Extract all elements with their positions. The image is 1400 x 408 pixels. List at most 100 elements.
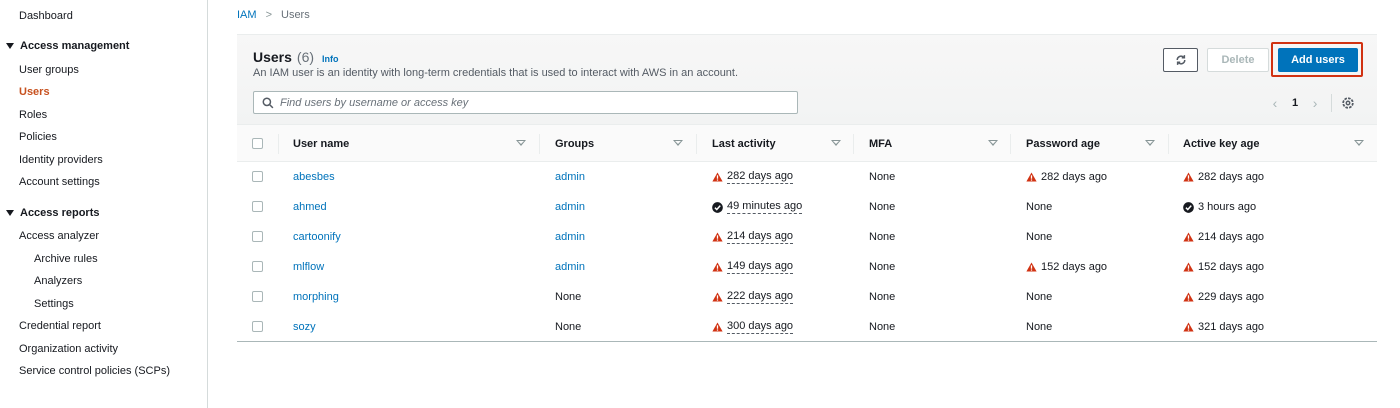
row-checkbox[interactable]: [252, 321, 263, 332]
chevron-right-icon[interactable]: ›: [1307, 95, 1323, 111]
warning-icon: [1026, 262, 1037, 272]
search-input[interactable]: [280, 96, 780, 109]
nav-policies[interactable]: Policies: [19, 131, 57, 143]
username-link[interactable]: sozy: [293, 312, 316, 342]
sort-icon[interactable]: [1354, 140, 1364, 146]
active-key-age-value: 3 hours ago: [1198, 201, 1257, 213]
nav-dashboard[interactable]: Dashboard: [19, 10, 73, 22]
nav-access-analyzer[interactable]: Access analyzer: [19, 230, 99, 242]
last-activity-value[interactable]: 149 days ago: [727, 260, 794, 274]
delete-button[interactable]: Delete: [1207, 48, 1269, 72]
select-all-checkbox[interactable]: [252, 138, 263, 149]
username-link[interactable]: abesbes: [293, 162, 335, 192]
password-age-cell: None: [1026, 222, 1052, 252]
nav-section-label: Access reports: [20, 207, 100, 219]
table-row: sozy None 300 days ago None None 321 days ago: [237, 312, 1377, 342]
nav-account-settings[interactable]: Account settings: [19, 176, 100, 188]
row-checkbox[interactable]: [252, 171, 263, 182]
groups-cell[interactable]: admin: [555, 222, 585, 252]
sort-icon[interactable]: [831, 140, 841, 146]
add-users-button[interactable]: Add users: [1278, 48, 1358, 72]
column-header-username[interactable]: User name: [293, 125, 349, 163]
last-activity-cell: 49 minutes ago: [712, 192, 803, 222]
gear-icon[interactable]: [1340, 95, 1356, 111]
nav-settings[interactable]: Settings: [34, 298, 74, 310]
column-divider: [1010, 134, 1011, 154]
mfa-cell: None: [869, 171, 896, 183]
active-key-age-value: 321 days ago: [1198, 321, 1265, 333]
nav-organization-activity[interactable]: Organization activity: [19, 343, 118, 355]
row-checkbox[interactable]: [252, 291, 263, 302]
username-link[interactable]: cartoonify: [293, 222, 341, 252]
table-row: abesbes admin 282 days ago None 282 days ago…: [237, 162, 1377, 192]
active-key-age-cell: 152 days ago: [1183, 252, 1264, 282]
column-divider: [278, 134, 279, 154]
column-header-last-activity[interactable]: Last activity: [712, 125, 776, 163]
password-age-cell: 152 days ago: [1026, 252, 1107, 282]
info-link[interactable]: Info: [322, 54, 339, 64]
row-checkbox[interactable]: [252, 261, 263, 272]
pagination: ‹ 1 ›: [1267, 94, 1356, 112]
password-age-value: None: [1026, 321, 1053, 333]
nav-credential-report[interactable]: Credential report: [19, 320, 101, 332]
column-header-active-key-age[interactable]: Active key age: [1183, 125, 1259, 163]
warning-icon: [712, 232, 723, 242]
active-key-age-value: 229 days ago: [1198, 291, 1265, 303]
groups-cell[interactable]: admin: [555, 252, 585, 282]
chevron-left-icon[interactable]: ‹: [1267, 95, 1283, 111]
sidebar: Dashboard Access management User groups …: [0, 0, 208, 408]
nav-users[interactable]: Users: [19, 86, 50, 98]
nav-user-groups[interactable]: User groups: [19, 64, 79, 76]
groups-cell[interactable]: admin: [555, 162, 585, 192]
warning-icon: [1183, 292, 1194, 302]
search-box: [253, 91, 798, 114]
password-age-cell: 282 days ago: [1026, 162, 1107, 192]
users-panel: Users (6) Info An IAM user is an identit…: [237, 34, 1377, 342]
password-age-value: None: [1026, 201, 1053, 213]
nav-archive-rules[interactable]: Archive rules: [34, 253, 98, 265]
sort-icon[interactable]: [1145, 140, 1155, 146]
nav-roles[interactable]: Roles: [19, 109, 47, 121]
warning-icon: [712, 172, 723, 182]
last-activity-value[interactable]: 214 days ago: [727, 230, 794, 244]
groups-cell[interactable]: admin: [555, 192, 585, 222]
sort-icon[interactable]: [988, 140, 998, 146]
active-key-age-cell: 3 hours ago: [1183, 192, 1256, 222]
column-header-password-age[interactable]: Password age: [1026, 125, 1100, 163]
table-row: morphing None 222 days ago None None 229 days…: [237, 282, 1377, 312]
column-header-groups[interactable]: Groups: [555, 125, 594, 163]
active-key-age-cell: 321 days ago: [1183, 312, 1264, 342]
column-header-mfa[interactable]: MFA: [869, 125, 892, 163]
nav-section-access-management[interactable]: Access management: [6, 40, 129, 52]
table-header: User name Groups Last activity MFA Passw…: [237, 124, 1377, 162]
sort-icon[interactable]: [516, 140, 526, 146]
warning-icon: [712, 322, 723, 332]
mfa-cell: None: [869, 291, 896, 303]
nav-section-access-reports[interactable]: Access reports: [6, 207, 100, 219]
nav-analyzers[interactable]: Analyzers: [34, 275, 82, 287]
username-link[interactable]: morphing: [293, 282, 339, 312]
username-link[interactable]: ahmed: [293, 192, 327, 222]
last-activity-value[interactable]: 282 days ago: [727, 170, 794, 184]
username-link[interactable]: mlflow: [293, 252, 324, 282]
warning-icon: [1026, 172, 1037, 182]
breadcrumb-iam[interactable]: IAM: [237, 9, 257, 21]
row-checkbox[interactable]: [252, 201, 263, 212]
nav-scps[interactable]: Service control policies (SCPs): [19, 365, 170, 377]
last-activity-value[interactable]: 222 days ago: [727, 290, 794, 304]
warning-icon: [712, 292, 723, 302]
last-activity-value[interactable]: 300 days ago: [727, 320, 794, 334]
column-divider: [696, 134, 697, 154]
page-number[interactable]: 1: [1292, 97, 1298, 109]
last-activity-cell: 214 days ago: [712, 222, 794, 252]
sort-icon[interactable]: [673, 140, 683, 146]
column-divider: [1168, 134, 1169, 154]
last-activity-value[interactable]: 49 minutes ago: [727, 200, 803, 214]
groups-cell: None: [555, 321, 582, 333]
refresh-button[interactable]: [1163, 48, 1198, 72]
mfa-cell: None: [869, 321, 896, 333]
mfa-cell: None: [869, 201, 896, 213]
row-checkbox[interactable]: [252, 231, 263, 242]
nav-section-label: Access management: [20, 40, 130, 52]
nav-identity-providers[interactable]: Identity providers: [19, 154, 103, 166]
